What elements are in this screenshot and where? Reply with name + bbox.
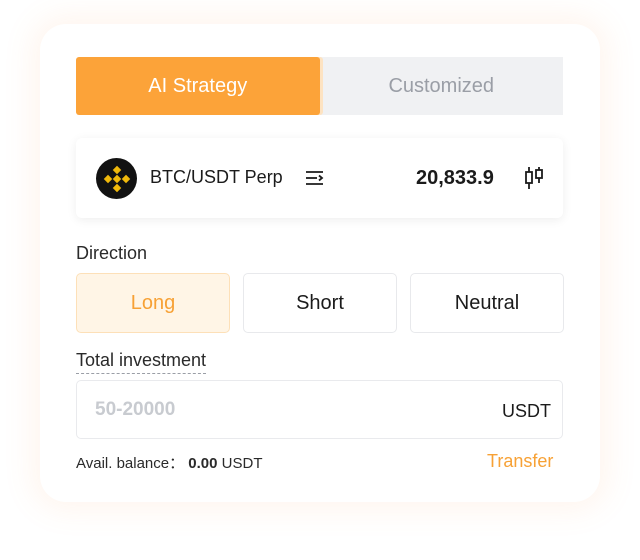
binance-logo-icon	[96, 158, 137, 199]
tab-customized[interactable]: Customized	[319, 57, 563, 115]
direction-long-button[interactable]: Long	[76, 273, 230, 333]
investment-field: USDT	[76, 380, 563, 439]
pair-price: 20,833.9	[416, 167, 494, 189]
total-investment-label: Total investment	[76, 350, 207, 374]
trading-pair-selector[interactable]: BTC/USDT Perp 20,833.9	[76, 138, 563, 218]
tab-ai-strategy[interactable]: AI Strategy	[76, 57, 320, 115]
investment-unit: USDT	[502, 401, 551, 421]
balance-label: Avail. balance：	[76, 455, 185, 472]
available-balance: Avail. balance： 0.00 USDT	[76, 452, 263, 473]
transfer-link[interactable]: Transfer	[487, 451, 553, 472]
balance-unit: USDT	[221, 455, 263, 472]
balance-value: 0.00	[188, 455, 218, 472]
investment-input[interactable]	[95, 395, 475, 425]
list-menu-icon[interactable]	[305, 169, 325, 187]
mode-tabs: AI Strategy Customized	[76, 57, 563, 115]
direction-short-button[interactable]: Short	[243, 273, 397, 333]
direction-label: Direction	[76, 243, 148, 263]
pair-name[interactable]: BTC/USDT Perp	[150, 167, 283, 188]
direction-neutral-button[interactable]: Neutral	[410, 273, 564, 333]
candlestick-chart-icon[interactable]	[522, 166, 546, 190]
